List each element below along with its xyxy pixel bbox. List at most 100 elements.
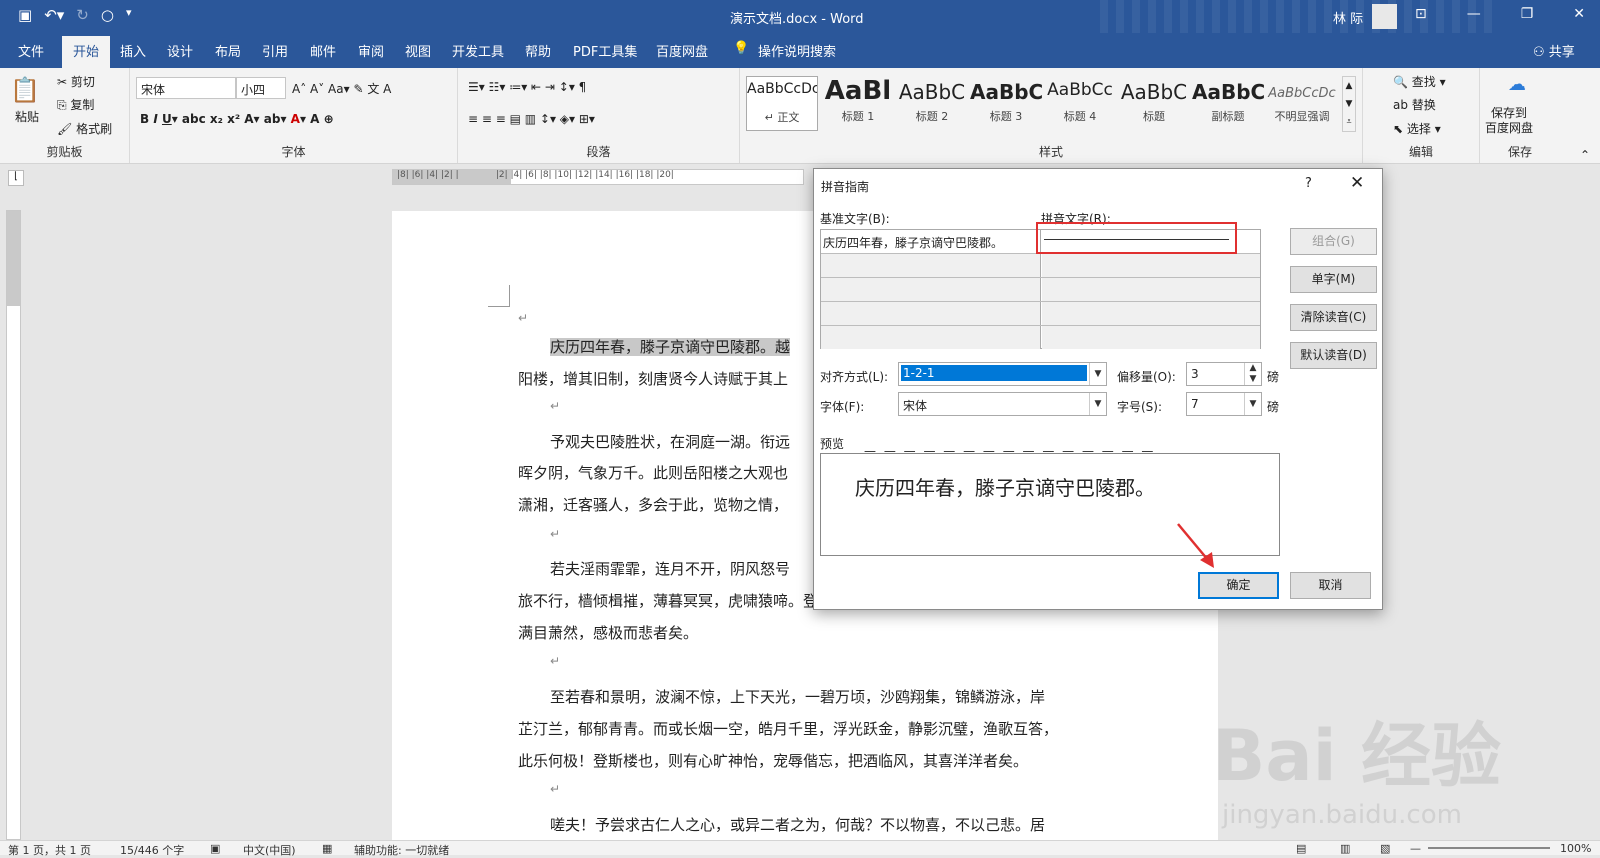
format-painter-button[interactable]: 🖌 格式刷 [57, 120, 112, 137]
ruby-text-cell[interactable] [1042, 254, 1260, 277]
paste-button[interactable]: 粘贴 [15, 108, 39, 125]
paste-icon[interactable]: 📋 [10, 76, 40, 104]
tab-references[interactable]: 引用 [262, 41, 288, 60]
save-icon[interactable]: ▣ [18, 6, 32, 24]
vertical-ruler[interactable] [6, 210, 21, 840]
font-size-combo[interactable]: 小四 [236, 77, 286, 99]
style-normal[interactable]: AaBbCcDc ↵ 正文 [746, 76, 818, 131]
align-buttons[interactable]: ≡ ≡ ≡ ▤ ▥ ↕▾ ◈▾ ⊞▾ [468, 112, 595, 126]
size-select[interactable]: 7 ▼ [1186, 392, 1262, 416]
page-count[interactable]: 第 1 页，共 1 页 [8, 842, 91, 858]
tab-layout[interactable]: 布局 [215, 41, 241, 60]
single-char-button[interactable]: 单字(M) [1290, 266, 1377, 293]
minimize-icon[interactable]: — [1467, 6, 1481, 22]
tab-pdf-tools[interactable]: PDF工具集 [573, 41, 637, 60]
cancel-button[interactable]: 取消 [1290, 572, 1371, 599]
font-select[interactable]: 宋体 ▼ [898, 392, 1107, 416]
tell-me-search[interactable]: 操作说明搜索 [758, 41, 836, 60]
clear-reading-button[interactable]: 清除读音(C) [1290, 304, 1377, 331]
base-text-cell[interactable] [821, 278, 1041, 301]
copy-button[interactable]: ⎘ 复制 [57, 96, 94, 113]
ribbon-display-icon[interactable]: ⊡ [1415, 6, 1427, 22]
base-text-cell[interactable]: 庆历四年春，滕子京谪守巴陵郡。 [821, 230, 1041, 253]
tab-design[interactable]: 设计 [167, 41, 193, 60]
proofing-icon[interactable]: ▣ [210, 842, 220, 855]
restore-icon[interactable]: ❐ [1521, 6, 1534, 22]
read-mode-icon[interactable]: ▤ [1296, 842, 1306, 855]
save-to-netdisk-button[interactable]: 保存到 百度网盘 [1485, 106, 1533, 136]
default-reading-button[interactable]: 默认读音(D) [1290, 342, 1377, 369]
style-heading4[interactable]: AaBbCc 标题 4 [1044, 76, 1116, 131]
style-heading1[interactable]: AaBl 标题 1 [822, 76, 894, 131]
alignment-select[interactable]: 1-2-1 ▼ [898, 362, 1107, 386]
ruby-text-cell[interactable] [1042, 326, 1260, 349]
style-heading3[interactable]: AaBbC 标题 3 [970, 76, 1042, 131]
macro-icon[interactable]: ▦ [322, 842, 332, 855]
ok-button[interactable]: 确定 [1198, 572, 1279, 599]
ruby-text-cell[interactable] [1042, 302, 1260, 325]
offset-spinner[interactable]: 3 ▲ ▼ [1186, 362, 1262, 386]
base-text-cell[interactable] [821, 254, 1041, 277]
user-name[interactable]: 林 际 [1333, 8, 1363, 27]
style-subtle-emphasis[interactable]: AaBbCcDc 不明显强调 [1266, 76, 1338, 131]
tab-file[interactable]: 文件 [18, 41, 44, 60]
zoom-out-icon[interactable]: — [1410, 842, 1421, 855]
styles-scroll[interactable]: ▲ ▼ ⩡ [1342, 76, 1356, 132]
print-layout-icon[interactable]: ▥ [1340, 842, 1350, 855]
close-icon[interactable]: ✕ [1573, 6, 1585, 22]
doc-line[interactable]: 潇湘，迁客骚人，多会于此，览物之情， [518, 494, 788, 515]
style-subtitle[interactable]: AaBbC 副标题 [1192, 76, 1264, 131]
style-heading2[interactable]: AaBbC 标题 2 [896, 76, 968, 131]
doc-line[interactable]: 芷汀兰，郁郁青青。而或长烟一空，皓月千里，浮光跃金，静影沉璧，渔歌互答， [518, 718, 1058, 739]
tab-mailings[interactable]: 邮件 [310, 41, 336, 60]
ruby-text-cell[interactable] [1042, 278, 1260, 301]
collapse-ribbon-icon[interactable]: ⌃ [1580, 148, 1590, 162]
language[interactable]: 中文(中国) [243, 842, 296, 858]
doc-line[interactable]: 予观夫巴陵胜状，在洞庭一湖。衔远 [550, 431, 790, 452]
doc-line[interactable]: 阳楼，增其旧制，刻唐贤今人诗赋于其上 [518, 368, 788, 389]
zoom-slider[interactable] [1428, 847, 1550, 849]
help-icon[interactable]: ? [1305, 176, 1312, 191]
find-button[interactable]: 🔍 查找 ▾ [1393, 73, 1446, 90]
tab-home[interactable]: 开始 [62, 36, 111, 69]
avatar[interactable] [1372, 4, 1397, 29]
ruby-input-highlight[interactable] [1036, 222, 1237, 254]
cut-button[interactable]: ✂ 剪切 [57, 73, 95, 90]
doc-line[interactable]: 晖夕阴，气象万千。此则岳阳楼之大观也 [518, 462, 788, 483]
font-size-tools[interactable]: A˄ A˅ Aa▾ ✎ 文 A [292, 80, 391, 97]
spinner-arrows-icon[interactable]: ▲ ▼ [1244, 363, 1261, 385]
list-buttons[interactable]: ☰▾ ☷▾ ≔▾ ⇤ ⇥ ↕▾ ¶ [468, 80, 586, 94]
select-button[interactable]: ⬉ 选择 ▾ [1393, 120, 1441, 137]
selected-text[interactable]: 庆历四年春，滕子京谪守巴陵郡。越 [550, 338, 791, 356]
web-layout-icon[interactable]: ▧ [1380, 842, 1390, 855]
tab-review[interactable]: 审阅 [358, 41, 384, 60]
doc-line[interactable]: 嗟夫！予尝求古仁人之心，或异二者之为，何哉？不以物喜，不以己悲。居 [550, 814, 1045, 835]
replace-button[interactable]: ab 替换 [1393, 96, 1436, 113]
tab-help[interactable]: 帮助 [525, 41, 551, 60]
undo-icon[interactable]: ↶▾ [44, 6, 64, 24]
accessibility-status[interactable]: 辅助功能: 一切就绪 [354, 842, 449, 858]
tab-selector-icon[interactable]: ⌊ [8, 170, 24, 186]
customize-icon[interactable]: ▾ [126, 6, 132, 24]
horizontal-ruler[interactable]: |8| |6| |4| |2| | |2| |4| |6| |8| |10| |… [392, 169, 804, 185]
doc-line[interactable]: 此乐何极！登斯楼也，则有心旷神怡，宠辱偕忘，把酒临风，其喜洋洋者矣。 [518, 750, 1028, 771]
base-text-cell[interactable] [821, 302, 1041, 325]
tab-insert[interactable]: 插入 [120, 41, 146, 60]
share-button[interactable]: ⚇ 共享 [1533, 41, 1575, 60]
font-name-combo[interactable]: 宋体 [136, 77, 236, 99]
tab-baidu-netdisk[interactable]: 百度网盘 [656, 41, 708, 60]
style-title[interactable]: AaBbC 标题 [1118, 76, 1190, 131]
format-buttons[interactable]: B I U▾ abc x₂ x² A▾ ab▾ A▾ A ⊕ [140, 112, 334, 126]
tab-view[interactable]: 视图 [405, 41, 431, 60]
circle-icon[interactable]: ○ [101, 6, 114, 24]
doc-line[interactable]: 至若春和景明，波澜不惊，上下天光，一碧万顷，沙鸥翔集，锦鳞游泳，岸 [550, 686, 1045, 707]
group-button[interactable]: 组合(G) [1290, 228, 1377, 255]
tab-developer[interactable]: 开发工具 [452, 41, 504, 60]
close-icon[interactable]: ✕ [1350, 173, 1364, 193]
doc-line-selected[interactable]: 庆历四年春，滕子京谪守巴陵郡。越 [550, 336, 791, 357]
doc-line[interactable]: 若夫淫雨霏霏，连月不开，阴风怒号 [550, 558, 790, 579]
base-text-cell[interactable] [821, 326, 1041, 349]
redo-icon[interactable]: ↻ [76, 6, 89, 24]
doc-line[interactable]: 满目萧然，感极而悲者矣。 [518, 622, 698, 643]
word-count[interactable]: 15/446 个字 [120, 842, 184, 858]
